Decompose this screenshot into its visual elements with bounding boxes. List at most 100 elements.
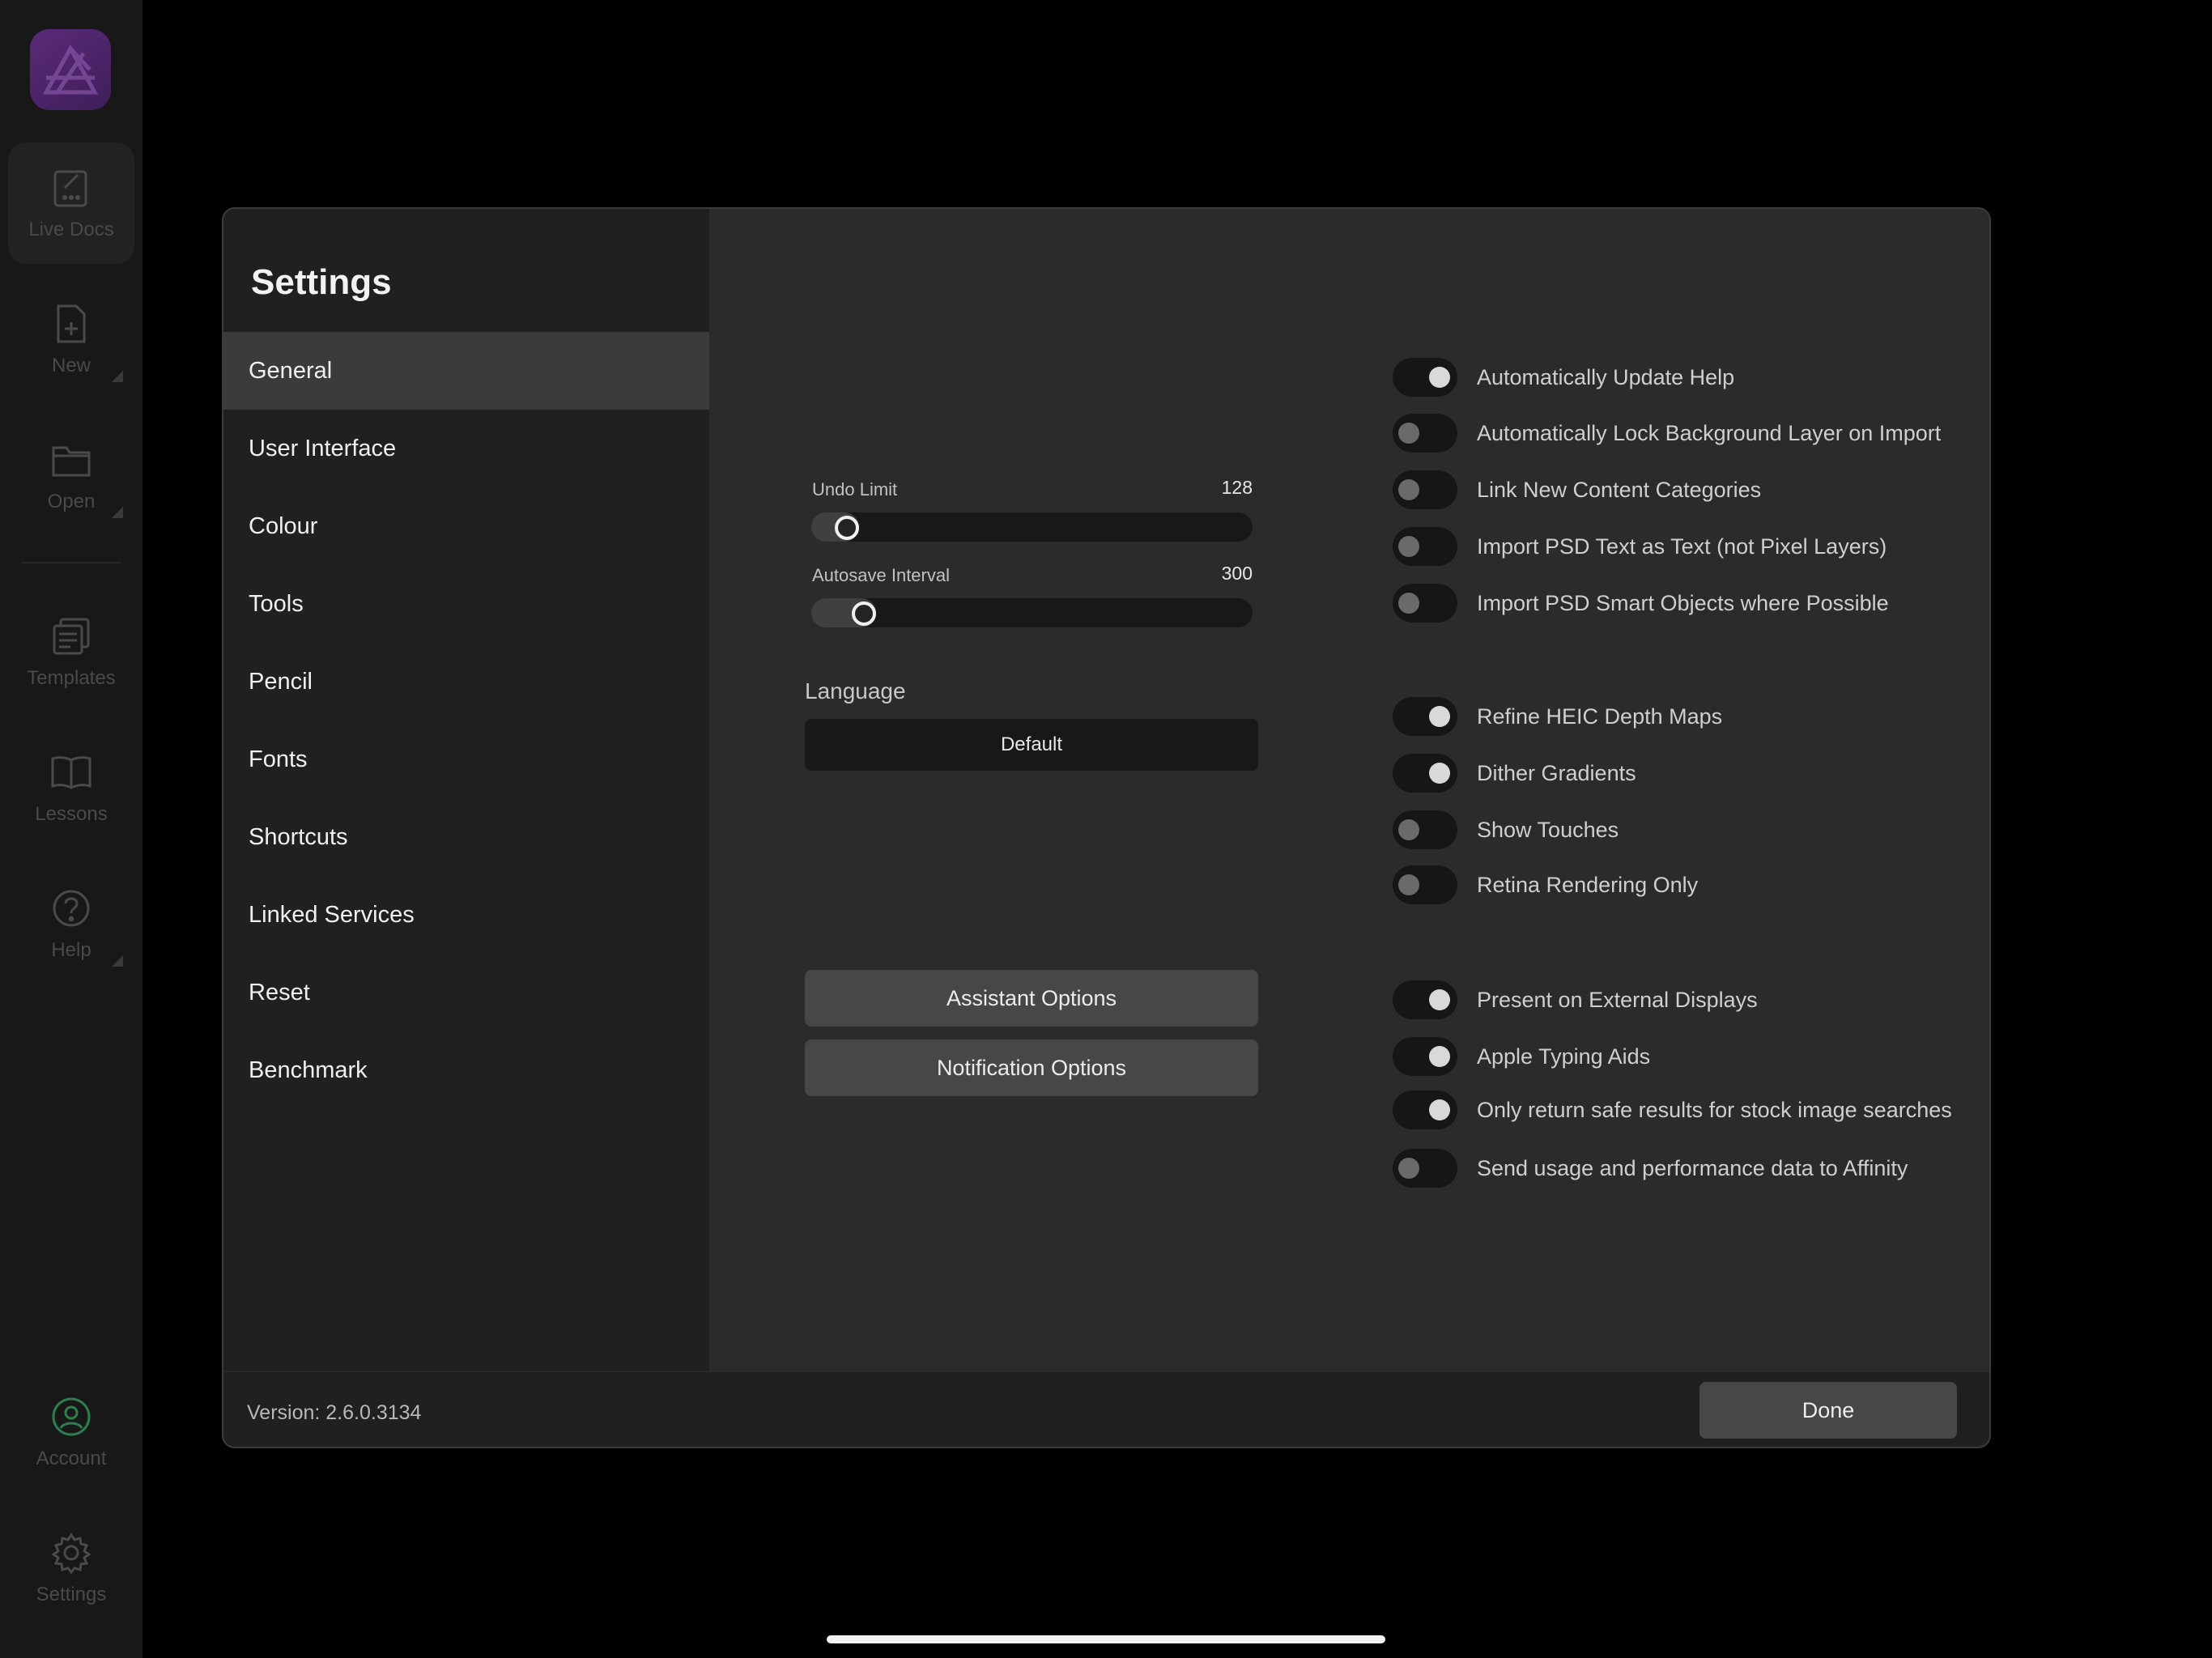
templates-icon: [49, 614, 94, 659]
rail-item-label: Templates: [27, 667, 116, 689]
toggle-knob: [1429, 989, 1450, 1010]
rail-item-label: Settings: [36, 1584, 107, 1605]
toggle-knob: [1398, 819, 1419, 840]
toggle-knob: [1398, 479, 1419, 500]
toggle-row-heic-depth[interactable]: Refine HEIC Depth Maps: [1393, 697, 1722, 736]
toggle-row-usage-data[interactable]: Send usage and performance data to Affin…: [1393, 1149, 1908, 1188]
toggle-row-safe-results[interactable]: Only return safe results for stock image…: [1393, 1090, 1952, 1129]
toggle-label: Present on External Displays: [1477, 987, 1758, 1012]
toggle-switch[interactable]: [1393, 810, 1457, 849]
nav-item-shortcuts[interactable]: Shortcuts: [223, 798, 709, 876]
app-sidebar: Live Docs New Open Templates Lessons Hel…: [0, 0, 143, 1658]
toggle-label: Dither Gradients: [1477, 760, 1636, 785]
toggle-label: Link New Content Categories: [1477, 477, 1762, 502]
toggle-switch[interactable]: [1393, 754, 1457, 793]
toggle-label: Send usage and performance data to Affin…: [1477, 1155, 1908, 1180]
toggle-row-psd-text[interactable]: Import PSD Text as Text (not Pixel Layer…: [1393, 527, 1887, 566]
toggle-label: Show Touches: [1477, 817, 1619, 842]
rail-item-templates[interactable]: Templates: [8, 591, 134, 712]
toggle-row-lock-background[interactable]: Automatically Lock Background Layer on I…: [1393, 414, 1941, 453]
gear-icon: [49, 1530, 94, 1575]
undo-limit-label: Undo Limit: [812, 479, 898, 500]
toggle-switch[interactable]: [1393, 697, 1457, 736]
rail-item-label: Account: [36, 1448, 107, 1469]
account-icon: [49, 1394, 94, 1439]
rail-item-open[interactable]: Open: [8, 414, 134, 536]
toggle-label: Automatically Update Help: [1477, 364, 1735, 389]
toggle-row-show-touches[interactable]: Show Touches: [1393, 810, 1619, 849]
done-button[interactable]: Done: [1699, 1382, 1957, 1439]
toggle-switch[interactable]: [1393, 1037, 1457, 1076]
settings-sidebar: Settings General User Interface Colour T…: [223, 209, 709, 1371]
rail-item-lessons[interactable]: Lessons: [8, 727, 134, 848]
rail-item-label: Live Docs: [28, 219, 114, 240]
toggle-knob: [1398, 423, 1419, 444]
toggle-row-update-help[interactable]: Automatically Update Help: [1393, 358, 1734, 397]
nav-item-colour[interactable]: Colour: [223, 487, 709, 565]
toggle-knob: [1398, 536, 1419, 557]
toggle-switch[interactable]: [1393, 470, 1457, 509]
rail-item-label: Lessons: [35, 803, 108, 825]
book-icon: [49, 750, 94, 795]
rail-item-label: Open: [47, 491, 96, 512]
dialog-title: Settings: [251, 262, 392, 302]
toggle-knob: [1429, 367, 1450, 388]
slider-handle[interactable]: [852, 602, 877, 626]
toggle-label: Import PSD Smart Objects where Possible: [1477, 590, 1889, 615]
home-indicator[interactable]: [827, 1635, 1385, 1643]
nav-item-fonts[interactable]: Fonts: [223, 721, 709, 798]
nav-item-benchmark[interactable]: Benchmark: [223, 1031, 709, 1109]
rail-item-live-docs[interactable]: Live Docs: [8, 142, 134, 264]
toggle-label: Retina Rendering Only: [1477, 872, 1699, 897]
slider-handle[interactable]: [834, 516, 859, 540]
rail-item-label: New: [51, 355, 91, 376]
undo-limit-slider[interactable]: [811, 512, 1253, 542]
toggle-switch[interactable]: [1393, 358, 1457, 397]
toggle-row-typing-aids[interactable]: Apple Typing Aids: [1393, 1037, 1650, 1076]
assistant-options-button[interactable]: Assistant Options: [805, 970, 1258, 1027]
rail-item-account[interactable]: Account: [8, 1371, 134, 1493]
settings-dialog: Settings General User Interface Colour T…: [222, 207, 1991, 1448]
toggle-knob: [1429, 706, 1450, 727]
notification-options-button[interactable]: Notification Options: [805, 1039, 1258, 1096]
toggle-row-retina-rendering[interactable]: Retina Rendering Only: [1393, 865, 1698, 904]
affinity-photo-logo: [30, 29, 111, 110]
nav-item-general[interactable]: General: [223, 332, 709, 410]
toggle-switch[interactable]: [1393, 584, 1457, 623]
rail-item-settings[interactable]: Settings: [8, 1507, 134, 1629]
toggle-switch[interactable]: [1393, 865, 1457, 904]
toggle-row-psd-smart-objects[interactable]: Import PSD Smart Objects where Possible: [1393, 584, 1889, 623]
help-icon: [49, 886, 94, 931]
toggle-knob: [1398, 1158, 1419, 1179]
rail-item-label: Help: [51, 939, 91, 961]
toggle-switch[interactable]: [1393, 527, 1457, 566]
nav-item-reset[interactable]: Reset: [223, 954, 709, 1031]
folder-icon: [49, 437, 94, 483]
toggle-knob: [1429, 1046, 1450, 1067]
toggle-knob: [1398, 874, 1419, 895]
rail-item-help[interactable]: Help: [8, 863, 134, 984]
nav-item-linked-services[interactable]: Linked Services: [223, 876, 709, 954]
toggle-label: Automatically Lock Background Layer on I…: [1477, 420, 1942, 445]
submenu-indicator-icon: [112, 371, 123, 382]
nav-item-tools[interactable]: Tools: [223, 565, 709, 643]
toggle-row-link-content[interactable]: Link New Content Categories: [1393, 470, 1761, 509]
autosave-interval-slider[interactable]: [811, 598, 1253, 627]
toggle-switch[interactable]: [1393, 414, 1457, 453]
toggle-label: Apple Typing Aids: [1477, 1044, 1651, 1069]
toggle-knob: [1429, 1099, 1450, 1120]
live-docs-icon: [49, 165, 94, 210]
nav-item-user-interface[interactable]: User Interface: [223, 410, 709, 487]
toggle-switch[interactable]: [1393, 1090, 1457, 1129]
toggle-label: Import PSD Text as Text (not Pixel Layer…: [1477, 534, 1887, 559]
rail-item-new[interactable]: New: [8, 278, 134, 400]
nav-item-pencil[interactable]: Pencil: [223, 643, 709, 721]
new-document-icon: [49, 301, 94, 346]
toggle-switch[interactable]: [1393, 1149, 1457, 1188]
toggle-row-dither-gradients[interactable]: Dither Gradients: [1393, 754, 1636, 793]
language-select[interactable]: Default: [805, 719, 1258, 771]
toggle-switch[interactable]: [1393, 980, 1457, 1019]
undo-limit-value: 128: [1221, 477, 1253, 498]
autosave-interval-value: 300: [1221, 563, 1253, 584]
toggle-row-external-displays[interactable]: Present on External Displays: [1393, 980, 1758, 1019]
